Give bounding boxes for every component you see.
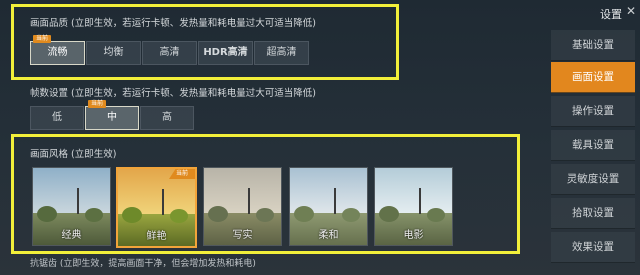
quality-option-hd[interactable]: 高清 [142, 41, 197, 65]
style-label: 写实 [232, 230, 253, 241]
style-label: 鲜艳 [146, 231, 167, 242]
sidebar-item-effects[interactable]: 效果设置 [551, 232, 635, 263]
fps-option-high[interactable]: 高 [140, 106, 194, 130]
sidebar-item-basic[interactable]: 基础设置 [551, 30, 635, 61]
close-icon[interactable]: ✕ [626, 4, 636, 18]
fps-option-low[interactable]: 低 [30, 106, 84, 130]
sidebar-item-controls[interactable]: 操作设置 [551, 96, 635, 127]
style-option-realistic[interactable]: 写实 [203, 167, 282, 246]
fps-selector: 低 当前 中 高 [30, 100, 195, 130]
sidebar-item-vehicle[interactable]: 载具设置 [551, 130, 635, 161]
sidebar-item-graphics[interactable]: 画面设置 [551, 62, 635, 93]
style-label: 柔和 [318, 230, 339, 241]
fps-option-medium[interactable]: 当前 中 [85, 100, 139, 130]
current-tag: 当前 [33, 35, 52, 43]
quality-option-smooth[interactable]: 当前 流畅 [30, 35, 85, 65]
quality-option-balanced[interactable]: 均衡 [86, 41, 141, 65]
style-option-vivid[interactable]: 当前 鲜艳 [116, 167, 197, 248]
quality-option-hdr[interactable]: HDR高清 [198, 41, 253, 65]
fps-title: 帧数设置 (立即生效，若运行卡顿、发热量和耗电量过大可适当降低) [30, 88, 316, 99]
style-label: 经典 [61, 230, 82, 241]
style-option-soft[interactable]: 柔和 [289, 167, 368, 246]
current-tag: 当前 [88, 100, 107, 108]
sidebar-item-pickup[interactable]: 拾取设置 [551, 198, 635, 229]
quality-title: 画面品质 (立即生效，若运行卡顿、发热量和耗电量过大可适当降低) [30, 18, 316, 29]
sidebar-item-sensitivity[interactable]: 灵敏度设置 [551, 164, 635, 195]
antialias-title: 抗锯齿 (立即生效，提高画面干净，但会增加发热和耗电) [30, 259, 256, 269]
style-option-cinema[interactable]: 电影 [374, 167, 453, 246]
quality-option-ultra[interactable]: 超高清 [254, 41, 309, 65]
settings-sidebar: 设置 ✕ 基础设置 画面设置 操作设置 载具设置 灵敏度设置 拾取设置 效果设置 [546, 0, 640, 275]
style-title: 画面风格 (立即生效) [30, 149, 117, 160]
sidebar-title: 设置 [600, 8, 622, 21]
style-option-classic[interactable]: 经典 [32, 167, 111, 246]
style-label: 电影 [403, 230, 424, 241]
quality-selector: 当前 流畅 均衡 高清 HDR高清 超高清 [30, 35, 310, 65]
